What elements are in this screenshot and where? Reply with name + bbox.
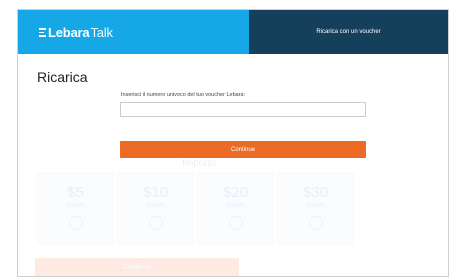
radio-icon[interactable] xyxy=(228,216,243,230)
voucher-input[interactable] xyxy=(120,102,366,117)
card-amount: $30 xyxy=(302,184,329,201)
card-amount: $10 xyxy=(142,184,169,201)
amount-card[interactable]: $30 Credito xyxy=(277,173,354,245)
logo-suffix-text: Talk xyxy=(90,24,113,40)
page-title: Ricarica xyxy=(37,69,88,85)
card-unit: Credito xyxy=(65,203,86,209)
amount-section: Importo $5 Credito $10 Credito $20 Credi… xyxy=(18,155,448,276)
recharge-voucher-link[interactable]: Ricarica con un voucher xyxy=(316,29,380,35)
logo-brand-text: Lebara xyxy=(48,24,90,40)
radio-icon[interactable] xyxy=(148,216,163,230)
amount-cards: $5 Credito $10 Credito $20 Credito $30 C… xyxy=(37,173,354,245)
nav-area: Ricarica con un voucher xyxy=(249,10,448,54)
card-unit: Credito xyxy=(225,203,246,209)
card-unit: Credito xyxy=(305,203,326,209)
radio-icon[interactable] xyxy=(68,216,83,230)
continue-bottom-button[interactable]: Continua xyxy=(35,258,239,276)
radio-icon[interactable] xyxy=(308,216,323,230)
amount-card[interactable]: $10 Credito xyxy=(117,173,194,245)
amount-card[interactable]: $5 Credito xyxy=(37,173,114,245)
voucher-label: Inserisci il numero univoco del tuo vouc… xyxy=(121,92,246,98)
lebara-e-mark-icon xyxy=(39,27,46,37)
app-frame: Lebara Talk Ricarica con un voucher Rica… xyxy=(17,9,449,277)
continue-button[interactable]: Continue xyxy=(120,141,366,158)
amount-title: Importo xyxy=(182,158,216,169)
brand-area: Lebara Talk xyxy=(18,10,249,54)
card-amount: $20 xyxy=(222,184,249,201)
amount-card[interactable]: $20 Credito xyxy=(197,173,274,245)
header: Lebara Talk Ricarica con un voucher xyxy=(18,10,448,54)
card-unit: Credito xyxy=(145,203,166,209)
card-amount: $5 xyxy=(67,184,84,201)
lebara-talk-logo[interactable]: Lebara Talk xyxy=(39,24,113,40)
